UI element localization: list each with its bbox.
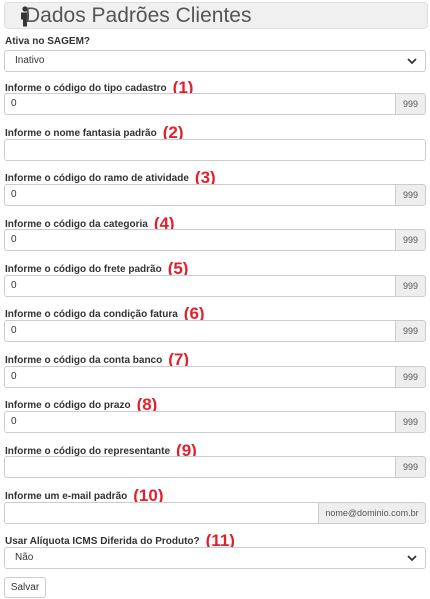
icms-select[interactable]: Não xyxy=(4,547,426,569)
conta-banco-label: Informe o código da conta banco (7) xyxy=(5,350,190,369)
ramo-atividade-label: Informe o código do ramo de atividade (3) xyxy=(5,168,216,187)
save-button[interactable]: Salvar xyxy=(4,577,46,598)
frete-label: Informe o código do frete padrão (5) xyxy=(5,259,189,278)
ativo-select-value: Inativo xyxy=(15,55,45,66)
chevron-down-icon xyxy=(407,58,417,65)
categoria-input[interactable]: 0 xyxy=(4,229,395,251)
ativo-label: Ativa no SAGEM? xyxy=(5,36,91,47)
icms-select-value: Não xyxy=(15,552,34,563)
condicao-fatura-label: Informe o código da condição fatura (6) xyxy=(5,304,205,323)
nome-fantasia-label: Informe o nome fantasia padrão (2) xyxy=(5,123,184,142)
tipo-cadastro-addon: 999 xyxy=(395,93,426,115)
chevron-down-icon xyxy=(407,555,417,562)
prazo-addon: 999 xyxy=(395,411,426,433)
ramo-atividade-input[interactable]: 0 xyxy=(4,184,395,206)
representante-input[interactable] xyxy=(4,456,395,478)
frete-input[interactable]: 0 xyxy=(4,275,395,297)
page-header: Dados Padrões Clientes xyxy=(4,2,428,29)
ramo-atividade-addon: 999 xyxy=(395,184,426,206)
representante-addon: 999 xyxy=(395,456,426,478)
tipo-cadastro-input[interactable]: 0 xyxy=(4,93,395,115)
email-label: Informe um e-mail padrão (10) xyxy=(5,486,164,505)
email-field[interactable] xyxy=(4,502,318,524)
frete-addon: 999 xyxy=(395,275,426,297)
condicao-fatura-input[interactable]: 0 xyxy=(4,320,395,342)
ativo-select[interactable]: Inativo xyxy=(4,50,426,72)
page-title: Dados Padrões Clientes xyxy=(25,4,252,27)
nome-fantasia-input[interactable] xyxy=(4,139,426,161)
categoria-addon: 999 xyxy=(395,229,426,251)
prazo-input[interactable]: 0 xyxy=(4,411,395,433)
conta-banco-input[interactable]: 0 xyxy=(4,366,395,388)
conta-banco-addon: 999 xyxy=(395,366,426,388)
condicao-fatura-addon: 999 xyxy=(395,320,426,342)
email-addon: nome@dominio.com.br xyxy=(318,502,426,524)
icms-label: Usar Alíquota ICMS Diferida do Produto?(… xyxy=(5,531,235,550)
prazo-label: Informe o código do prazo (8) xyxy=(5,395,158,414)
